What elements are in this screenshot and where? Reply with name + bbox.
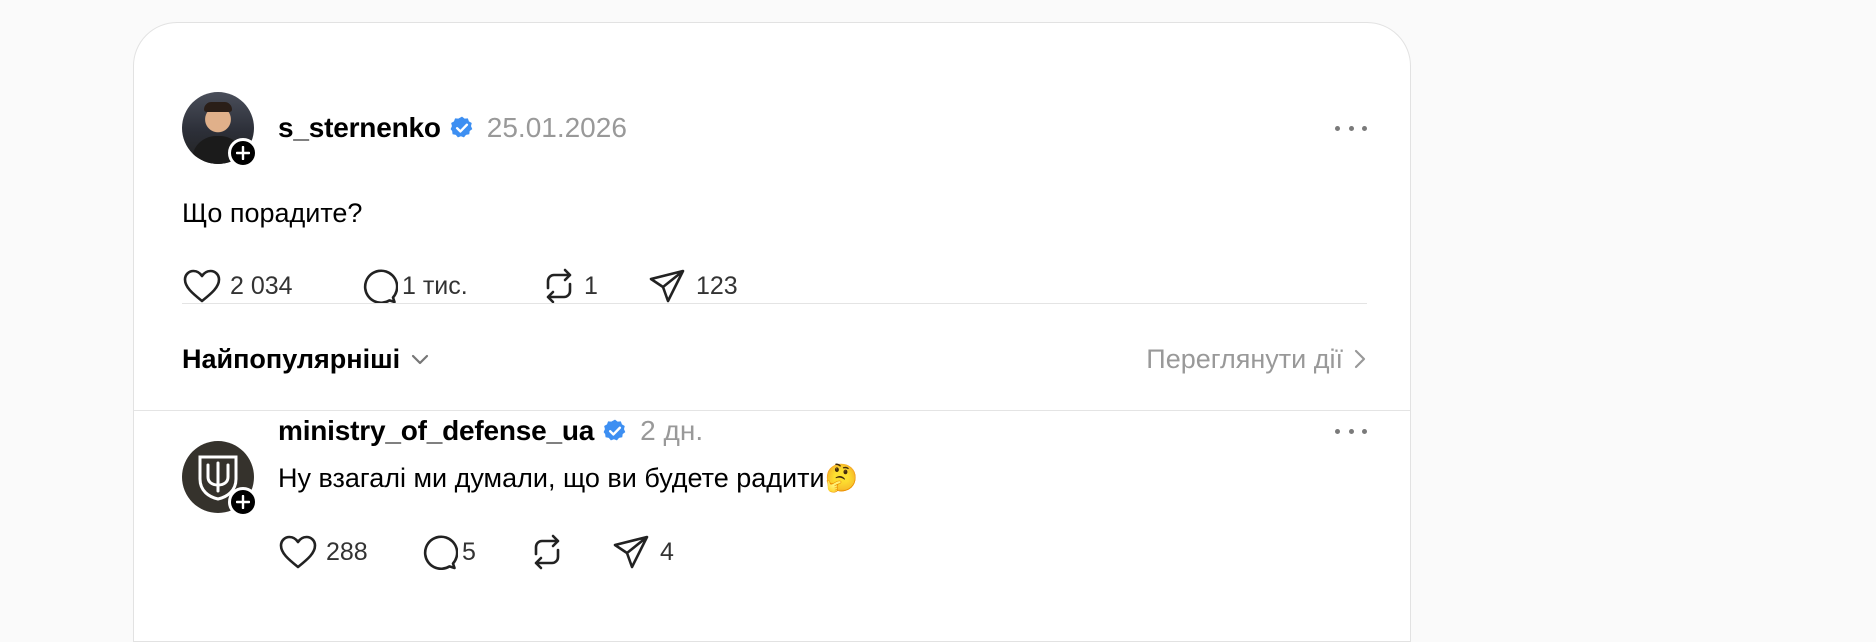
comment-icon — [363, 269, 398, 305]
send-icon — [649, 269, 685, 303]
author-username[interactable]: s_sternenko — [278, 112, 441, 144]
more-options-icon[interactable] — [1335, 415, 1367, 447]
repost-count: 1 — [584, 271, 598, 300]
reply-avatar[interactable] — [182, 441, 258, 517]
view-activity-link[interactable]: Переглянути дії — [1146, 344, 1367, 375]
reply-actions: 288 5 4 — [278, 532, 674, 572]
reply-text: Ну взагалі ми думали, що ви будете радит… — [278, 463, 859, 493]
reply-count: 5 — [462, 537, 476, 566]
follow-plus-icon[interactable] — [228, 487, 258, 517]
heart-icon — [183, 269, 221, 303]
heart-icon — [279, 535, 317, 569]
sort-label: Найпопулярніші — [182, 343, 401, 374]
reply-username[interactable]: ministry_of_defense_ua — [278, 415, 594, 447]
post-actions: 2 034 1 тис. 1 123 — [182, 266, 738, 306]
chevron-right-icon — [1354, 349, 1366, 369]
repost-icon — [546, 268, 572, 304]
like-button[interactable]: 2 034 — [182, 268, 360, 304]
like-count: 2 034 — [230, 271, 293, 300]
repost-button[interactable]: 1 — [540, 267, 648, 305]
replies-sort-row: Найпопулярніші Переглянути дії — [182, 339, 1367, 379]
more-options-icon[interactable] — [1335, 112, 1367, 144]
author-avatar[interactable] — [182, 92, 258, 168]
post-header: s_sternenko 25.01.2026 — [278, 108, 627, 148]
repost-icon — [534, 534, 560, 570]
reply-count: 1 тис. — [402, 271, 468, 300]
view-activity-label: Переглянути дії — [1146, 343, 1343, 374]
share-count: 123 — [696, 271, 738, 300]
reply-button[interactable]: 5 — [420, 533, 528, 571]
like-button[interactable]: 288 — [278, 534, 420, 570]
follow-plus-icon[interactable] — [228, 138, 258, 168]
reply-header: ministry_of_defense_ua 2 дн. — [278, 411, 703, 451]
verified-badge-icon — [603, 419, 626, 441]
share-button[interactable]: 4 — [612, 533, 674, 571]
thread-card: s_sternenko 25.01.2026 Що порадите? 2 03… — [133, 22, 1411, 642]
comment-icon — [423, 535, 458, 571]
share-count: 4 — [660, 537, 674, 566]
post-divider — [182, 303, 1367, 304]
post-text: Що порадите? — [182, 198, 363, 228]
sort-dropdown[interactable]: Найпопулярніші — [182, 344, 430, 375]
reply-time[interactable]: 2 дн. — [640, 415, 703, 447]
post-date[interactable]: 25.01.2026 — [487, 112, 627, 144]
reply-button[interactable]: 1 тис. — [360, 267, 540, 305]
verified-badge-icon — [450, 116, 473, 138]
repost-button[interactable] — [528, 533, 612, 571]
chevron-down-icon — [412, 354, 429, 365]
like-count: 288 — [326, 537, 368, 566]
share-button[interactable]: 123 — [648, 267, 738, 305]
send-icon — [613, 535, 649, 569]
